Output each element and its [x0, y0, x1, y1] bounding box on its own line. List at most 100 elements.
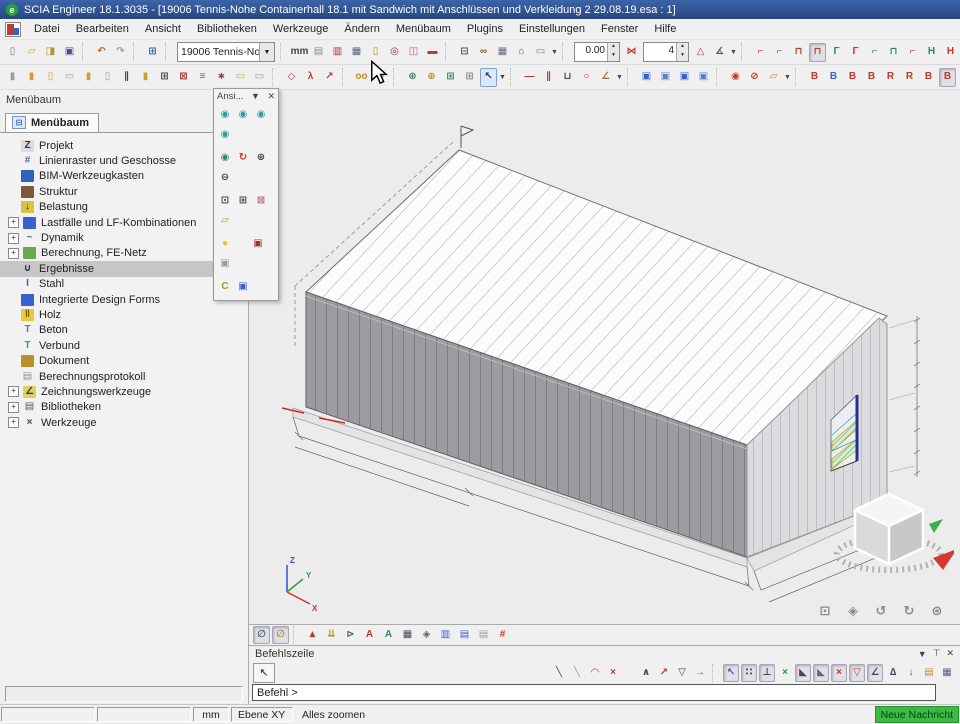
redo-icon[interactable]: ↷ — [112, 43, 129, 62]
loads-view-icon[interactable]: ⇊ — [323, 626, 340, 644]
tab-menubaum[interactable]: ⊟ Menübaum — [5, 113, 99, 132]
settings-gear-icon[interactable]: ⊛ — [927, 600, 947, 620]
rotate-red-arrow[interactable] — [933, 549, 954, 570]
rect-icon[interactable]: ⊔ — [559, 68, 576, 87]
snap-intersection-icon[interactable]: × — [605, 664, 621, 682]
arrow-down-icon[interactable]: ↓ — [903, 664, 919, 682]
mdi-child-icon[interactable] — [5, 22, 21, 37]
render-wire-icon[interactable]: ∅ — [253, 626, 270, 644]
menu-einstellungen[interactable]: Einstellungen — [511, 21, 593, 37]
sidebar-item-holz[interactable]: ‖Holz — [0, 307, 248, 322]
menu-bearbeiten[interactable]: Bearbeiten — [68, 21, 137, 37]
member-display-icon[interactable]: Γ — [847, 43, 864, 62]
preview-icon[interactable]: ∞ — [475, 43, 492, 62]
copy-icon[interactable]: ▣ — [638, 68, 655, 87]
view-axo-icon[interactable]: ◉ — [217, 126, 233, 144]
corner2-icon[interactable]: ◣ — [813, 664, 829, 682]
command-pointer-button[interactable]: ↖ — [253, 663, 275, 683]
cursor-snap-icon[interactable]: ↖ — [723, 664, 739, 682]
load-scale-icon[interactable]: △ — [692, 43, 709, 62]
column-tool-icon[interactable]: ▮ — [4, 68, 21, 87]
list-icon[interactable]: ▦ — [939, 664, 955, 682]
local-axes-icon[interactable]: ⌐ — [904, 43, 921, 62]
print-area-icon[interactable]: ▱ — [217, 212, 233, 230]
delta-icon[interactable]: ∆ — [885, 664, 901, 682]
select-tool-icon[interactable]: ↖ — [480, 68, 497, 87]
orbit-icon[interactable]: ↺ — [871, 600, 891, 620]
view-y-icon[interactable]: ◉ — [235, 106, 251, 124]
support-display-icon[interactable]: ⌐ — [752, 43, 769, 62]
labels-abc-icon[interactable]: A — [361, 626, 378, 644]
slab-display-icon[interactable]: ⌐ — [866, 43, 883, 62]
add-member-icon[interactable]: ⊕ — [423, 68, 440, 87]
scale-spinner[interactable]: 4▲▼ — [643, 42, 689, 62]
menu--ndern[interactable]: Ändern — [336, 21, 387, 37]
render-solid-icon[interactable]: ∅ — [272, 626, 289, 644]
menu-ansicht[interactable]: Ansicht — [137, 21, 189, 37]
axes-icon[interactable]: ◈ — [418, 626, 435, 644]
project-combo[interactable]: 19006 Tennis-Nohe▼ — [177, 42, 275, 62]
angle-snap-icon[interactable]: ∠ — [867, 664, 883, 682]
select-dropdown[interactable]: ▼ — [498, 74, 507, 81]
3d-viewport[interactable]: Z Y X ⊡◈↺↻⊛ — [249, 90, 960, 624]
vector-icon[interactable]: ↗ — [321, 68, 338, 87]
beam-h-icon[interactable]: H — [923, 43, 940, 62]
orbit-flat-icon[interactable]: ↻ — [899, 600, 919, 620]
close-icon[interactable]: ✕ — [267, 91, 275, 102]
document-tools-dropdown[interactable]: ▼ — [550, 49, 559, 56]
gallery-icon[interactable]: ⌂ — [513, 43, 530, 62]
model-icon[interactable]: ▤ — [456, 626, 473, 644]
moment-display-icon[interactable]: ⊓ — [809, 43, 826, 62]
panel-tool-icon[interactable]: ▭ — [232, 68, 249, 87]
hinge-display-icon[interactable]: ⌐ — [771, 43, 788, 62]
snap-arc-icon[interactable]: ◠ — [587, 664, 603, 682]
zoom-in-icon[interactable]: ⊕ — [253, 149, 269, 167]
open-project-icon[interactable]: ▱ — [23, 43, 40, 62]
load-display-icon[interactable]: ⊓ — [790, 43, 807, 62]
menu-hilfe[interactable]: Hilfe — [646, 21, 684, 37]
sidebar-item-projekt[interactable]: ZProjekt — [0, 138, 248, 153]
expand-icon[interactable]: + — [8, 402, 19, 413]
beam-tool-icon[interactable]: ▮ — [23, 68, 40, 87]
sidebar-item-lastfälle-und-lf-kombinationen[interactable]: +Lastfälle und LF-Kombinationen — [0, 215, 248, 230]
angle-spinner[interactable]: 0.00▲▼ — [574, 42, 620, 62]
chevron-down-icon[interactable]: ▼ — [918, 649, 927, 659]
sidebar-item-dokument[interactable]: Dokument — [0, 353, 248, 368]
zoom-out-icon[interactable]: ⊖ — [217, 169, 233, 187]
circle-icon[interactable]: ○ — [578, 68, 595, 87]
undo-icon[interactable]: ↶ — [93, 43, 110, 62]
zoom-window-icon[interactable]: ⊡ — [217, 192, 233, 210]
label-member-icon[interactable]: B — [825, 68, 842, 87]
plate-tool-icon[interactable]: ⊠ — [175, 68, 192, 87]
cross-red-icon[interactable]: × — [831, 664, 847, 682]
zoom-selection-icon[interactable]: ⊠ — [253, 192, 269, 210]
print-icon[interactable]: ⊟ — [456, 43, 473, 62]
menu-werkzeuge[interactable]: Werkzeuge — [265, 21, 336, 37]
cross-green-icon[interactable]: × — [777, 664, 793, 682]
render-image-icon[interactable]: ▣ — [250, 235, 266, 253]
purlin-tool-icon[interactable]: ▭ — [61, 68, 78, 87]
paperspace-icon[interactable]: ▭ — [532, 43, 549, 62]
polyline-icon[interactable]: ◇ — [283, 68, 300, 87]
ratio-icon[interactable]: ∡ — [711, 43, 728, 62]
save-icon[interactable]: ▣ — [61, 43, 78, 62]
surface-icon[interactable]: ▦ — [399, 626, 416, 644]
snap-endpoint-icon[interactable]: ╲ — [551, 664, 567, 682]
snap-vector-icon[interactable]: → — [692, 664, 708, 682]
node-icon[interactable]: λ — [302, 68, 319, 87]
sidebar-item-belastung[interactable]: ↓Belastung — [0, 200, 248, 215]
expand-icon[interactable]: + — [8, 233, 19, 244]
sidebar-item-struktur[interactable]: Struktur — [0, 184, 248, 199]
rafter-tool-icon[interactable]: ▯ — [42, 68, 59, 87]
expand-icon[interactable]: + — [8, 417, 19, 428]
building-model[interactable] — [306, 150, 887, 557]
corner1-icon[interactable]: ◣ — [795, 664, 811, 682]
bim-icon[interactable]: ◫ — [405, 43, 422, 62]
connect-icon[interactable]: ⊞ — [442, 68, 459, 87]
opening-tool-icon[interactable]: ▭ — [251, 68, 268, 87]
view-x-icon[interactable]: ◉ — [217, 106, 233, 124]
sidebar-item-werkzeuge[interactable]: +×Werkzeuge — [0, 415, 248, 430]
truss-tool-icon[interactable]: ▮ — [137, 68, 154, 87]
view-z-icon[interactable]: ◉ — [253, 106, 269, 124]
supports-view-icon[interactable]: ⊳ — [342, 626, 359, 644]
